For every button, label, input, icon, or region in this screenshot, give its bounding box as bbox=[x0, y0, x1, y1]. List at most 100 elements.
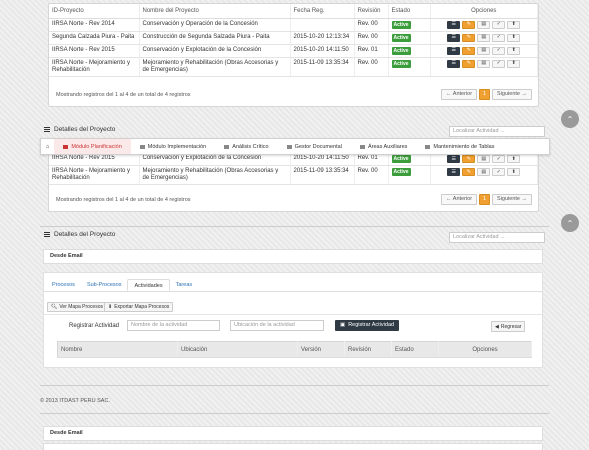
edit-button[interactable]: ✎ bbox=[462, 59, 476, 68]
prev-page-button[interactable]: ← Anterior bbox=[441, 89, 478, 100]
col-header[interactable]: Nombre bbox=[57, 341, 178, 358]
home-icon[interactable]: ⌂ bbox=[41, 139, 54, 154]
edit-button[interactable]: ✎ bbox=[462, 46, 476, 55]
upload-button[interactable]: ⬆ bbox=[507, 20, 521, 29]
col-header[interactable]: Nombre del Proyecto bbox=[139, 4, 291, 19]
page-1-button[interactable]: 1 bbox=[479, 89, 491, 100]
ubicacion-actividad-input[interactable]: Ubicación de la actividad bbox=[230, 320, 324, 331]
tab-areas-auxiliares[interactable]: Áreas Auxiliares bbox=[351, 139, 416, 154]
check-button[interactable]: ✓ bbox=[492, 46, 506, 55]
divider bbox=[40, 413, 549, 414]
check-button[interactable]: ✓ bbox=[492, 155, 506, 163]
check-button[interactable]: ✓ bbox=[492, 33, 506, 42]
cell-name: Conservación y Operación de la Concesión bbox=[139, 18, 291, 32]
tab-icon bbox=[139, 144, 145, 149]
col-header[interactable]: Estado bbox=[388, 4, 431, 19]
next-page-button[interactable]: Siguiente → bbox=[492, 89, 532, 100]
tab-analisis-critico[interactable]: Análisis Crítico bbox=[215, 139, 277, 154]
chevron-up-icon[interactable]: ⌃ bbox=[561, 110, 579, 128]
upload-button[interactable]: ⬆ bbox=[507, 59, 521, 68]
search-activity-input[interactable]: Localizar Actividad ... bbox=[449, 126, 545, 137]
projects-table: ID-Proyecto Nombre del Proyecto Fecha Re… bbox=[49, 4, 538, 77]
check-button[interactable]: ✓ bbox=[492, 59, 506, 68]
upload-button[interactable]: ⬆ bbox=[507, 33, 521, 42]
cell-date: 2015-10-20 14:11:50 bbox=[290, 44, 355, 58]
print-button[interactable]: ▤ bbox=[477, 20, 491, 29]
list-button[interactable]: ☰ bbox=[447, 20, 461, 29]
cell-date: 2015-10-20 12:13:34 bbox=[290, 31, 355, 45]
cell-date: 2015-11-09 13:35:34 bbox=[290, 57, 355, 77]
table-row: IIRSA Norte - Mejoramiento y Rehabilitac… bbox=[49, 57, 538, 77]
cell-rev: Rev. 00 bbox=[354, 18, 389, 32]
upload-button[interactable]: ⬆ bbox=[507, 168, 521, 176]
list-button[interactable]: ☰ bbox=[447, 155, 461, 163]
page-1-button[interactable]: 1 bbox=[479, 194, 491, 205]
search-icon: 🔍︎ bbox=[51, 304, 58, 310]
print-button[interactable]: ▤ bbox=[477, 33, 491, 42]
projects-panel-duplicate: IIRSA Norte - Rev 2015 Conservación y Ex… bbox=[48, 150, 539, 212]
nombre-actividad-input[interactable]: Nombre de la actividad bbox=[127, 320, 220, 331]
col-header[interactable]: Estado bbox=[391, 341, 439, 358]
list-icon bbox=[44, 232, 50, 237]
chevron-up-icon[interactable]: ⌃ bbox=[561, 214, 579, 232]
prev-page-button[interactable]: ← Anterior bbox=[441, 194, 478, 205]
cell-name: Mejoramiento y Rehabilitación (Obras Acc… bbox=[139, 57, 291, 77]
cell-id: IIRSA Norte - Rev 2014 bbox=[49, 18, 140, 32]
col-header[interactable]: ID-Proyecto bbox=[49, 4, 140, 19]
back-icon: ◀ bbox=[495, 323, 499, 330]
col-header[interactable]: Ubicación bbox=[177, 341, 298, 358]
status-badge: Active bbox=[391, 168, 411, 176]
cell-date bbox=[290, 18, 355, 32]
list-button[interactable]: ☰ bbox=[447, 46, 461, 55]
print-button[interactable]: ▤ bbox=[477, 155, 491, 163]
detalles-title: Detalles del Proyecto bbox=[54, 231, 116, 238]
tab-gestor-documental[interactable]: Gestor Documental bbox=[278, 139, 351, 154]
divider bbox=[44, 314, 542, 315]
list-button[interactable]: ☰ bbox=[447, 33, 461, 42]
desde-email-bar: Desde Email bbox=[43, 426, 543, 441]
tab-icon bbox=[63, 144, 69, 149]
search-activity-input[interactable]: Localizar Actividad ... bbox=[449, 232, 545, 243]
print-button[interactable]: ▤ bbox=[477, 46, 491, 55]
pagination: ← Anterior 1 Siguiente → bbox=[441, 194, 532, 205]
col-header[interactable]: Fecha Reg. bbox=[290, 4, 355, 19]
cell-id: IIRSA Norte - Mejoramiento y Rehabilitac… bbox=[49, 57, 140, 77]
status-badge: Active bbox=[391, 59, 411, 68]
check-button[interactable]: ✓ bbox=[492, 168, 506, 176]
col-header[interactable]: Revisión bbox=[344, 341, 392, 358]
tab-procesos[interactable]: Procesos bbox=[46, 279, 81, 291]
status-badge: Active bbox=[391, 46, 411, 55]
tab-tareas[interactable]: Tareas bbox=[170, 279, 199, 291]
print-button[interactable]: ▤ bbox=[477, 168, 491, 176]
list-button[interactable]: ☰ bbox=[447, 168, 461, 176]
next-page-button[interactable]: Siguiente → bbox=[492, 194, 532, 205]
cell-id: IIRSA Norte - Rev 2015 bbox=[49, 44, 140, 58]
col-header[interactable]: Revisión bbox=[354, 4, 389, 19]
cell-id: Segunda Calzada Piura - Paita bbox=[49, 31, 140, 45]
upload-button[interactable]: ⬆ bbox=[507, 155, 521, 163]
edit-button[interactable]: ✎ bbox=[462, 168, 476, 176]
list-icon bbox=[44, 127, 50, 132]
bottom-panel bbox=[43, 443, 543, 450]
ver-mapa-button[interactable]: 🔍︎ Ver Mapa Procesos bbox=[47, 302, 107, 312]
list-button[interactable]: ☰ bbox=[447, 59, 461, 68]
tab-modulo-implementacion[interactable]: Módulo Implementación bbox=[131, 139, 215, 154]
tab-actividades[interactable]: Actividades bbox=[127, 279, 170, 291]
edit-button[interactable]: ✎ bbox=[462, 33, 476, 42]
edit-button[interactable]: ✎ bbox=[462, 20, 476, 29]
print-button[interactable]: ▤ bbox=[477, 59, 491, 68]
upload-button[interactable]: ⬆ bbox=[507, 46, 521, 55]
tab-sub-procesos[interactable]: Sub-Procesos bbox=[81, 279, 128, 291]
registrar-actividad-button[interactable]: ▣ Registrar Actividad bbox=[335, 320, 400, 331]
tab-modulo-planificacion[interactable]: Módulo Planificación bbox=[54, 139, 131, 154]
regresar-button[interactable]: ◀ Regresar bbox=[491, 321, 526, 332]
edit-button[interactable]: ✎ bbox=[462, 155, 476, 163]
col-header[interactable]: Versión bbox=[297, 341, 345, 358]
tab-mantenimiento-tablas[interactable]: Mantenimiento de Tablas bbox=[416, 139, 503, 154]
save-icon: ▣ bbox=[340, 322, 346, 328]
check-button[interactable]: ✓ bbox=[492, 20, 506, 29]
exportar-mapa-button[interactable]: ⬇ Exportar Mapa Procesos bbox=[104, 302, 174, 312]
projects-panel: ID-Proyecto Nombre del Proyecto Fecha Re… bbox=[48, 3, 539, 107]
activity-subtabs: Procesos Sub-Procesos Actividades Tareas bbox=[46, 279, 198, 291]
registrar-label: Registrar Actividad bbox=[69, 323, 120, 329]
